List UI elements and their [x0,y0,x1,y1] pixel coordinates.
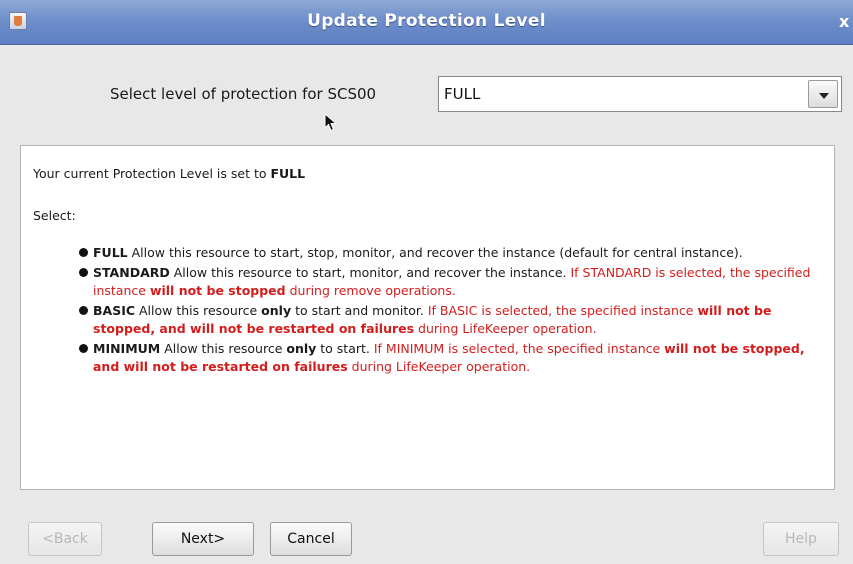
level-name: FULL [93,245,128,260]
cancel-button[interactable]: Cancel [270,522,352,556]
mouse-cursor-icon [324,113,338,132]
chevron-down-icon[interactable] [808,80,838,108]
select-label: Select: [33,208,76,223]
current-level-text: Your current Protection Level is set to … [33,166,305,181]
description-panel: Your current Protection Level is set to … [20,145,835,490]
protection-level-value: FULL [444,85,481,103]
protection-selector-row: Select level of protection for SCS00 FUL… [0,73,853,117]
help-button[interactable]: Help [763,522,839,556]
level-text: Allow this resource [160,341,287,356]
title-bar: Update Protection Level x [0,0,853,45]
level-list: FULL Allow this resource to start, stop,… [77,244,829,378]
level-text: Allow this resource to start, monitor, a… [169,265,571,280]
level-text: to start and monitor. [291,303,428,318]
protection-level-label: Select level of protection for SCS00 [110,85,377,103]
level-text: during remove operations. [285,283,456,298]
bullet-icon [79,248,88,257]
level-item-basic: BASIC Allow this resource only to start … [77,302,829,338]
next-button[interactable]: Next> [152,522,254,556]
level-item-full: FULL Allow this resource to start, stop,… [77,244,829,262]
window-title: Update Protection Level [307,11,546,31]
current-level-value: FULL [270,166,306,181]
level-text: during LifeKeeper operation. [347,359,531,374]
level-item-standard: STANDARD Allow this resource to start, m… [77,264,829,300]
current-level-prefix: Your current Protection Level is set to [33,166,271,181]
level-name: MINIMUM [93,341,161,356]
level-text: to start. [316,341,374,356]
level-text: only [261,303,292,318]
level-item-minimum: MINIMUM Allow this resource only to star… [77,340,829,376]
level-name: BASIC [93,303,136,318]
level-text: during LifeKeeper operation. [414,321,597,336]
back-button[interactable]: <Back [28,522,102,556]
bullet-icon [79,268,88,277]
level-text: Allow this resource to start, stop, moni… [127,245,743,260]
level-text: will not be stopped [149,283,286,298]
bullet-icon [79,306,88,315]
level-text: Allow this resource [135,303,262,318]
bullet-icon [79,344,88,353]
level-name: STANDARD [93,265,170,280]
protection-level-dropdown[interactable]: FULL [438,76,842,112]
level-text: If MINIMUM is selected, the specified in… [373,341,665,356]
level-text: only [286,341,317,356]
close-button[interactable]: x [839,12,853,32]
level-text: If BASIC is selected, the specified inst… [427,303,698,318]
